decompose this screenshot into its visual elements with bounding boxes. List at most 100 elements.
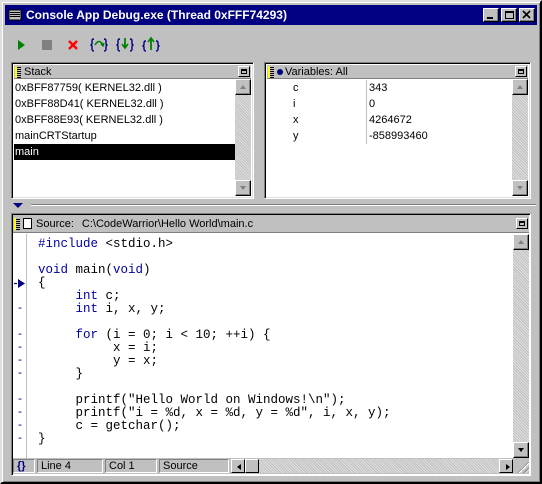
variable-name: x	[267, 112, 367, 128]
variables-scrollbar[interactable]	[512, 79, 528, 196]
grip-icon[interactable]	[14, 217, 20, 230]
resize-grip-icon[interactable]	[513, 459, 529, 473]
pane-menu-icon	[518, 69, 524, 74]
scroll-down-button[interactable]	[512, 180, 528, 196]
variable-value[interactable]: 0	[367, 96, 375, 112]
current-line-arrow-icon	[13, 277, 27, 290]
variables-title: Variables: All	[285, 65, 348, 78]
variable-row[interactable]: c 343	[267, 80, 512, 96]
kill-icon	[68, 40, 78, 50]
stack-item[interactable]: 0xBFF88D41( KERNEL32.dll )	[14, 96, 235, 112]
source-code[interactable]: #include <stdio.h> void main(void){ int c…	[28, 234, 512, 458]
stack-item[interactable]: 0xBFF87759( KERNEL32.dll )	[14, 80, 235, 96]
breakpoint-mark[interactable]: -	[13, 329, 27, 342]
variable-value[interactable]: -858993460	[367, 128, 428, 144]
maximize-icon	[505, 11, 514, 19]
breakpoint-mark[interactable]: -	[13, 303, 27, 316]
breakpoint-mark[interactable]: -	[13, 355, 27, 368]
scroll-up-button[interactable]	[235, 79, 251, 95]
braces-popup-button[interactable]: {}	[13, 459, 35, 473]
breakpoint-mark[interactable]	[13, 316, 27, 329]
source-header: Source: C:\CodeWarrior\Hello World\main.…	[13, 215, 529, 233]
breakpoint-mark[interactable]: -	[13, 342, 27, 355]
breakpoint-mark[interactable]	[13, 290, 27, 303]
breakpoint-mark[interactable]	[13, 264, 27, 277]
breakpoint-mark[interactable]: -	[13, 368, 27, 381]
arrow-up-icon	[518, 240, 524, 244]
close-icon	[522, 10, 531, 19]
horizontal-scroll-thumb[interactable]	[245, 459, 259, 473]
pane-menu-icon	[241, 69, 247, 74]
stack-item[interactable]: main	[14, 144, 235, 160]
stack-item[interactable]: mainCRTStartup	[14, 128, 235, 144]
splitter-line	[31, 204, 536, 206]
code-line: y = x;	[38, 354, 159, 368]
code-line: int i, x, y;	[75, 302, 166, 316]
variable-value[interactable]: 4264672	[367, 112, 412, 128]
grip-icon[interactable]	[15, 65, 21, 78]
scroll-right-button[interactable]	[499, 459, 513, 473]
code-line: }	[38, 367, 84, 381]
scroll-down-button[interactable]	[235, 180, 251, 196]
breakpoint-mark[interactable]	[13, 238, 27, 251]
scroll-up-button[interactable]	[512, 79, 528, 95]
grip-icon[interactable]	[268, 65, 274, 78]
variables-list: c 343 i 0 x 4264672 y -858993460	[267, 80, 512, 144]
title-bar[interactable]: Console App Debug.exe (Thread 0xFFF74293…	[5, 5, 537, 25]
run-button[interactable]	[10, 34, 32, 56]
variable-name: y	[267, 128, 367, 144]
variable-row[interactable]: i0	[267, 96, 512, 112]
pane-options-button[interactable]	[515, 66, 527, 77]
source-path: C:\CodeWarrior\Hello World\main.c	[81, 217, 254, 230]
window-title: Console App Debug.exe (Thread 0xFFF74293…	[26, 8, 287, 22]
col-indicator: Col 1	[105, 459, 157, 473]
breakpoint-mark[interactable]: -	[13, 407, 27, 420]
scroll-left-button[interactable]	[231, 459, 245, 473]
code-line: void main(void)	[38, 263, 151, 277]
breakpoint-mark[interactable]	[13, 381, 27, 394]
close-button[interactable]	[519, 8, 535, 22]
arrow-down-icon	[517, 186, 523, 190]
source-pane: Source: C:\CodeWarrior\Hello World\main.…	[11, 213, 531, 476]
breakpoint-mark[interactable]: -	[13, 394, 27, 407]
stack-item[interactable]: 0xBFF88E93( KERNEL32.dll )	[14, 112, 235, 128]
arrow-down-icon	[518, 448, 524, 452]
minimize-button[interactable]	[483, 8, 499, 22]
code-line: #include <stdio.h>	[38, 237, 174, 251]
breakpoint-mark[interactable]: -	[13, 420, 27, 433]
collapse-triangle-icon[interactable]	[13, 203, 23, 208]
variable-row[interactable]: x 4264672	[267, 112, 512, 128]
step-out-icon	[142, 36, 160, 52]
step-into-button[interactable]	[114, 34, 136, 56]
stack-list: 0xBFF87759( KERNEL32.dll ) 0xBFF88D41( KE…	[14, 80, 235, 160]
stack-title: Stack	[24, 65, 52, 78]
scroll-down-button[interactable]	[513, 442, 529, 458]
pane-options-button[interactable]	[238, 66, 250, 77]
pane-splitter[interactable]	[5, 201, 538, 211]
variable-row[interactable]: y -858993460	[267, 128, 512, 144]
stack-scrollbar[interactable]	[235, 79, 251, 196]
variable-value[interactable]: 343	[367, 80, 387, 96]
horizontal-scroll-track[interactable]	[259, 459, 499, 473]
step-out-button[interactable]	[140, 34, 162, 56]
arrow-right-icon	[506, 464, 510, 470]
maximize-button[interactable]	[501, 8, 517, 22]
step-over-button[interactable]	[88, 34, 110, 56]
kill-button[interactable]	[62, 34, 84, 56]
scroll-up-button[interactable]	[513, 234, 529, 250]
variables-pane: Variables: All c 343 i 0 x 4264672 y -858993460	[264, 62, 531, 199]
mode-popup[interactable]: Source	[159, 459, 229, 473]
pane-menu-icon	[519, 221, 525, 226]
pane-options-button[interactable]	[516, 218, 528, 229]
debug-toolbar	[10, 34, 162, 56]
variable-name: i	[267, 96, 367, 112]
stop-button[interactable]	[36, 34, 58, 56]
breakpoint-mark[interactable]	[13, 251, 27, 264]
breakpoint-mark[interactable]: -	[13, 433, 27, 446]
play-icon	[18, 40, 25, 50]
source-label: Source:	[36, 217, 74, 230]
code-line: c = getchar();	[38, 419, 181, 433]
source-scrollbar[interactable]	[513, 234, 529, 458]
line-indicator: Line 4	[37, 459, 103, 473]
variable-name: c	[267, 80, 367, 96]
